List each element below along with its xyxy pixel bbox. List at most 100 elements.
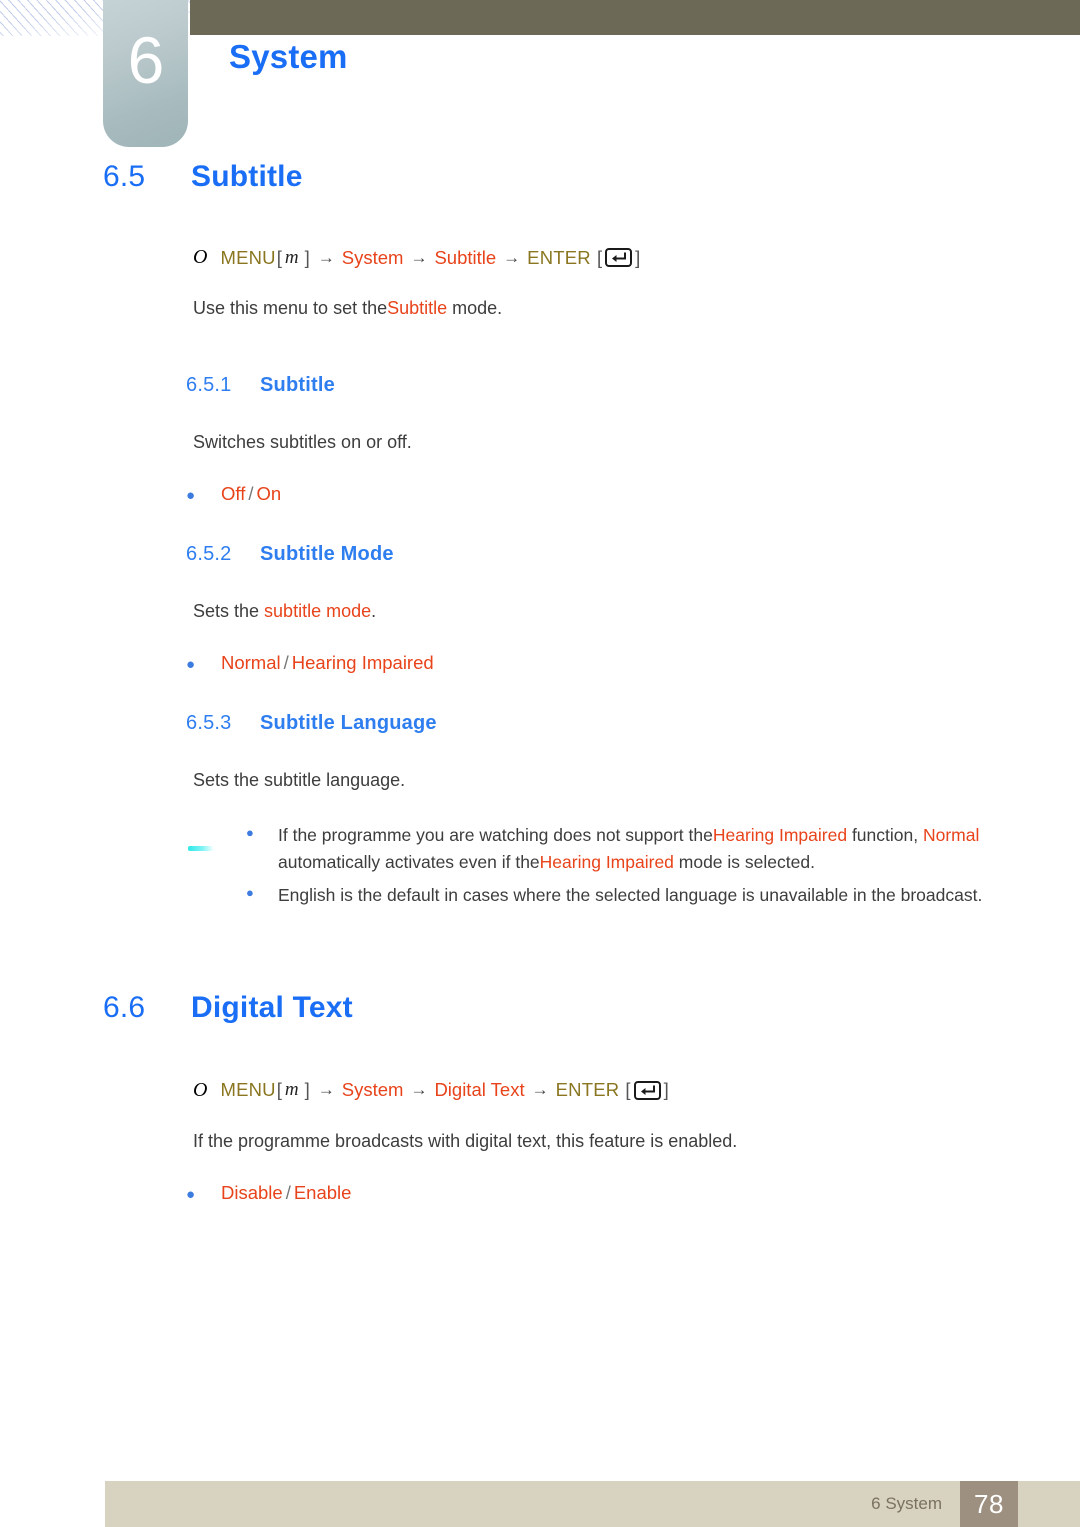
page-number-box: 78 bbox=[960, 1481, 1018, 1527]
menu-path-step-digital-text: Digital Text bbox=[434, 1079, 525, 1101]
option-separator: / bbox=[283, 652, 289, 673]
bullet-icon: ● bbox=[186, 1185, 196, 1203]
chapter-number: 6 bbox=[127, 22, 165, 97]
subtitle-mode-description: Sets the subtitle mode. bbox=[0, 598, 1080, 625]
note-highlight-3: Hearing Impaired bbox=[539, 851, 674, 872]
option-value-hearing-impaired: Hearing Impaired bbox=[291, 652, 434, 673]
options-list-subtitle-mode: ● Normal / Hearing Impaired bbox=[0, 652, 1080, 674]
note-text: English is the default in cases where th… bbox=[278, 885, 983, 906]
footer-tail-spacer bbox=[1018, 1481, 1080, 1527]
arrow-icon: → bbox=[503, 247, 521, 267]
menu-path-step-system: System bbox=[341, 1079, 404, 1101]
description-highlight: subtitle mode bbox=[264, 601, 372, 621]
section-subtitle: 6.5 Subtitle O MENU [ m ] → System → Sub… bbox=[0, 160, 1080, 909]
section-heading-6-6: 6.6 Digital Text bbox=[0, 991, 1080, 1025]
note-block: ● If the programme you are watching does… bbox=[0, 822, 1080, 909]
menu-key-glyph: m bbox=[284, 246, 299, 268]
note-part-2: function, bbox=[847, 825, 923, 845]
arrow-icon: → bbox=[317, 247, 335, 267]
note-highlight-1: Hearing Impaired bbox=[712, 825, 848, 845]
note-part-1: If the programme you are watching does n… bbox=[278, 825, 713, 845]
list-item: ● Normal / Hearing Impaired bbox=[186, 652, 1080, 674]
option-value-on: On bbox=[256, 483, 282, 504]
list-item: ● If the programme you are watching does… bbox=[246, 822, 1000, 875]
subtitle-intro-text: Use this menu to set theSubtitle mode. bbox=[0, 295, 1080, 322]
section-heading-6-5: 6.5 Subtitle bbox=[0, 160, 1080, 194]
menu-path-bullet-icon: O bbox=[193, 1078, 208, 1101]
menu-path-step-system: System bbox=[341, 246, 404, 268]
menu-key-glyph: m bbox=[284, 1079, 299, 1101]
subsection-heading-6-5-2: 6.5.2 Subtitle Mode bbox=[0, 543, 1080, 566]
section-title: Digital Text bbox=[191, 990, 353, 1024]
subsection-title: Subtitle Language bbox=[260, 712, 437, 734]
option-value-off: Off bbox=[221, 483, 246, 504]
option-separator: / bbox=[248, 483, 254, 504]
chapter-number-tab: 6 bbox=[103, 0, 188, 147]
bullet-icon: ● bbox=[246, 825, 254, 840]
enter-button-label: ENTER bbox=[527, 246, 591, 268]
subtitle-switch-description: Switches subtitles on or off. bbox=[0, 429, 1080, 456]
arrow-icon: → bbox=[410, 247, 428, 267]
manual-page: 6 System 6.5 Subtitle O MENU [ m ] → Sys… bbox=[0, 0, 1080, 1527]
chapter-title: System bbox=[229, 38, 348, 75]
page-content: 6.5 Subtitle O MENU [ m ] → System → Sub… bbox=[0, 160, 1080, 1204]
bullet-icon: ● bbox=[186, 487, 196, 504]
open-bracket: [ bbox=[276, 246, 282, 268]
intro-text-before: Use this menu to set the bbox=[193, 298, 388, 318]
menu-path-bullet-icon: O bbox=[193, 246, 208, 268]
section-number: 6.6 bbox=[103, 990, 146, 1024]
menu-path-digital-text: O MENU [ m ] → System → Digital Text → E… bbox=[0, 1079, 1080, 1102]
header-olive-bar bbox=[190, 0, 1080, 35]
list-item: ● Off / On bbox=[186, 483, 1080, 505]
close-bracket: ] bbox=[635, 246, 641, 268]
section-digital-text: 6.6 Digital Text O MENU [ m ] → System →… bbox=[0, 991, 1080, 1204]
options-list-digital-text: ● Disable / Enable bbox=[0, 1182, 1080, 1204]
subsection-title: Subtitle bbox=[260, 374, 335, 396]
description-text-after: . bbox=[371, 601, 377, 621]
description-text: Sets the subtitle language. bbox=[193, 770, 406, 790]
list-item: ● Disable / Enable bbox=[186, 1182, 1080, 1204]
subtitle-language-description: Sets the subtitle language. bbox=[0, 767, 1080, 794]
open-bracket: [ bbox=[276, 1079, 282, 1101]
arrow-icon: → bbox=[531, 1080, 549, 1100]
subsection-title: Subtitle Mode bbox=[260, 543, 394, 565]
open-bracket: [ bbox=[591, 246, 603, 268]
enter-key-icon bbox=[633, 1080, 661, 1100]
close-bracket: ] bbox=[304, 1079, 310, 1101]
note-part-4: mode is selected. bbox=[673, 851, 815, 872]
note-part-3: automatically activates even if the bbox=[278, 851, 540, 872]
bullet-icon: ● bbox=[186, 656, 196, 673]
subsection-number: 6.5.3 bbox=[186, 712, 232, 734]
note-text: If the programme you are watching does n… bbox=[278, 822, 1000, 875]
option-separator: / bbox=[285, 1181, 291, 1203]
option-value-disable: Disable bbox=[221, 1181, 283, 1203]
menu-button-label: MENU bbox=[220, 1079, 276, 1101]
subsection-heading-6-5-1: 6.5.1 Subtitle bbox=[0, 374, 1080, 397]
enter-button-label: ENTER bbox=[555, 1079, 620, 1101]
note-highlight-2: Normal bbox=[922, 825, 980, 845]
menu-path-subtitle: O MENU [ m ] → System → Subtitle → ENTER… bbox=[0, 246, 1080, 269]
enter-key-icon bbox=[605, 248, 633, 267]
options-list-subtitle: ● Off / On bbox=[0, 483, 1080, 505]
list-item: ● English is the default in cases where … bbox=[246, 882, 1000, 909]
subsection-heading-6-5-3: 6.5.3 Subtitle Language bbox=[0, 712, 1080, 735]
close-bracket: ] bbox=[663, 1079, 669, 1101]
menu-path-step-subtitle: Subtitle bbox=[434, 246, 497, 268]
intro-text-highlight: Subtitle bbox=[387, 298, 448, 318]
close-bracket: ] bbox=[304, 246, 310, 268]
subsection-number: 6.5.1 bbox=[186, 374, 232, 396]
note-marker-icon bbox=[188, 846, 214, 851]
bullet-icon: ● bbox=[246, 885, 254, 901]
description-text: If the programme broadcasts with digital… bbox=[193, 1130, 738, 1151]
intro-text-after: mode. bbox=[447, 298, 503, 318]
section-title: Subtitle bbox=[191, 160, 303, 193]
arrow-icon: → bbox=[317, 1080, 335, 1100]
option-value-normal: Normal bbox=[221, 652, 281, 673]
arrow-icon: → bbox=[410, 1080, 428, 1100]
page-footer: 6 System 78 bbox=[105, 1481, 1080, 1527]
digital-text-description: If the programme broadcasts with digital… bbox=[0, 1128, 1080, 1155]
open-bracket: [ bbox=[620, 1079, 631, 1101]
section-number: 6.5 bbox=[103, 160, 146, 193]
subsection-number: 6.5.2 bbox=[186, 543, 232, 565]
footer-chapter-label: 6 System bbox=[871, 1494, 942, 1513]
